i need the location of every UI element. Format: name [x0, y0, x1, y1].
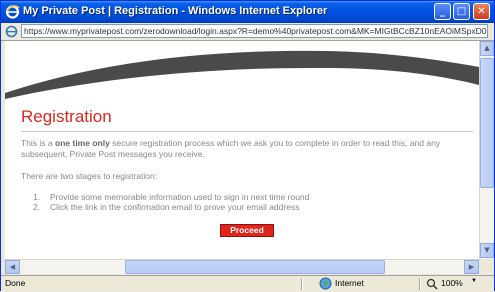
scroll-up-button[interactable]: ▲ — [480, 41, 494, 56]
url-field[interactable]: https://www.myprivatepost.com/zerodownlo… — [21, 24, 488, 38]
ie-logo-icon — [5, 5, 20, 19]
title-divider — [21, 131, 473, 132]
stages-text: There are two stages to registration: — [21, 171, 158, 181]
scroll-down-button[interactable]: ▼ — [480, 243, 494, 258]
steps-list: 1. Provide some memorable information use… — [33, 192, 309, 212]
scroll-left-button[interactable]: ◀ — [5, 260, 20, 274]
intro-emphasis: one time only — [55, 138, 110, 148]
browser-window: My Private Post | Registration - Windows… — [0, 0, 495, 292]
title-bar: My Private Post | Registration - Windows… — [1, 1, 494, 23]
horizontal-scroll-thumb[interactable] — [125, 260, 385, 274]
list-item: 1. Provide some memorable information use… — [33, 192, 310, 202]
status-separator — [419, 278, 421, 290]
vertical-scrollbar[interactable]: ▲ ▼ — [479, 41, 494, 259]
header-swoosh — [5, 50, 479, 99]
status-text: Done — [5, 278, 26, 288]
maximize-button[interactable]: □ — [453, 3, 470, 20]
list-item: 2. Click the link in the confirmation ema… — [33, 202, 300, 212]
address-bar: https://www.myprivatepost.com/zerodownlo… — [1, 23, 494, 41]
page-title: Registration — [21, 107, 112, 126]
intro-paragraph: This is a one time only secure registrat… — [21, 138, 441, 159]
proceed-button[interactable]: Proceed — [220, 224, 274, 237]
status-bar: Done Internet 100% ▼ — [1, 275, 494, 292]
zone-label: Internet — [335, 278, 364, 288]
page-icon — [5, 25, 18, 38]
globe-icon — [319, 277, 332, 290]
zoom-icon — [426, 278, 438, 290]
scrollbar-corner — [479, 259, 494, 274]
zoom-level[interactable]: 100% — [441, 278, 463, 288]
status-separator — [301, 278, 303, 290]
window-title: My Private Post | Registration - Windows… — [23, 5, 328, 17]
vertical-scroll-thumb[interactable] — [480, 58, 494, 188]
scroll-right-button[interactable]: ▶ — [464, 260, 479, 274]
page-content: Registration This is a one time only sec… — [5, 41, 479, 259]
horizontal-scrollbar[interactable]: ◀ ▶ — [5, 259, 479, 274]
chevron-down-icon[interactable]: ▼ — [471, 278, 477, 284]
close-button[interactable]: ✕ — [473, 3, 490, 20]
minimize-button[interactable]: _ — [434, 3, 451, 20]
